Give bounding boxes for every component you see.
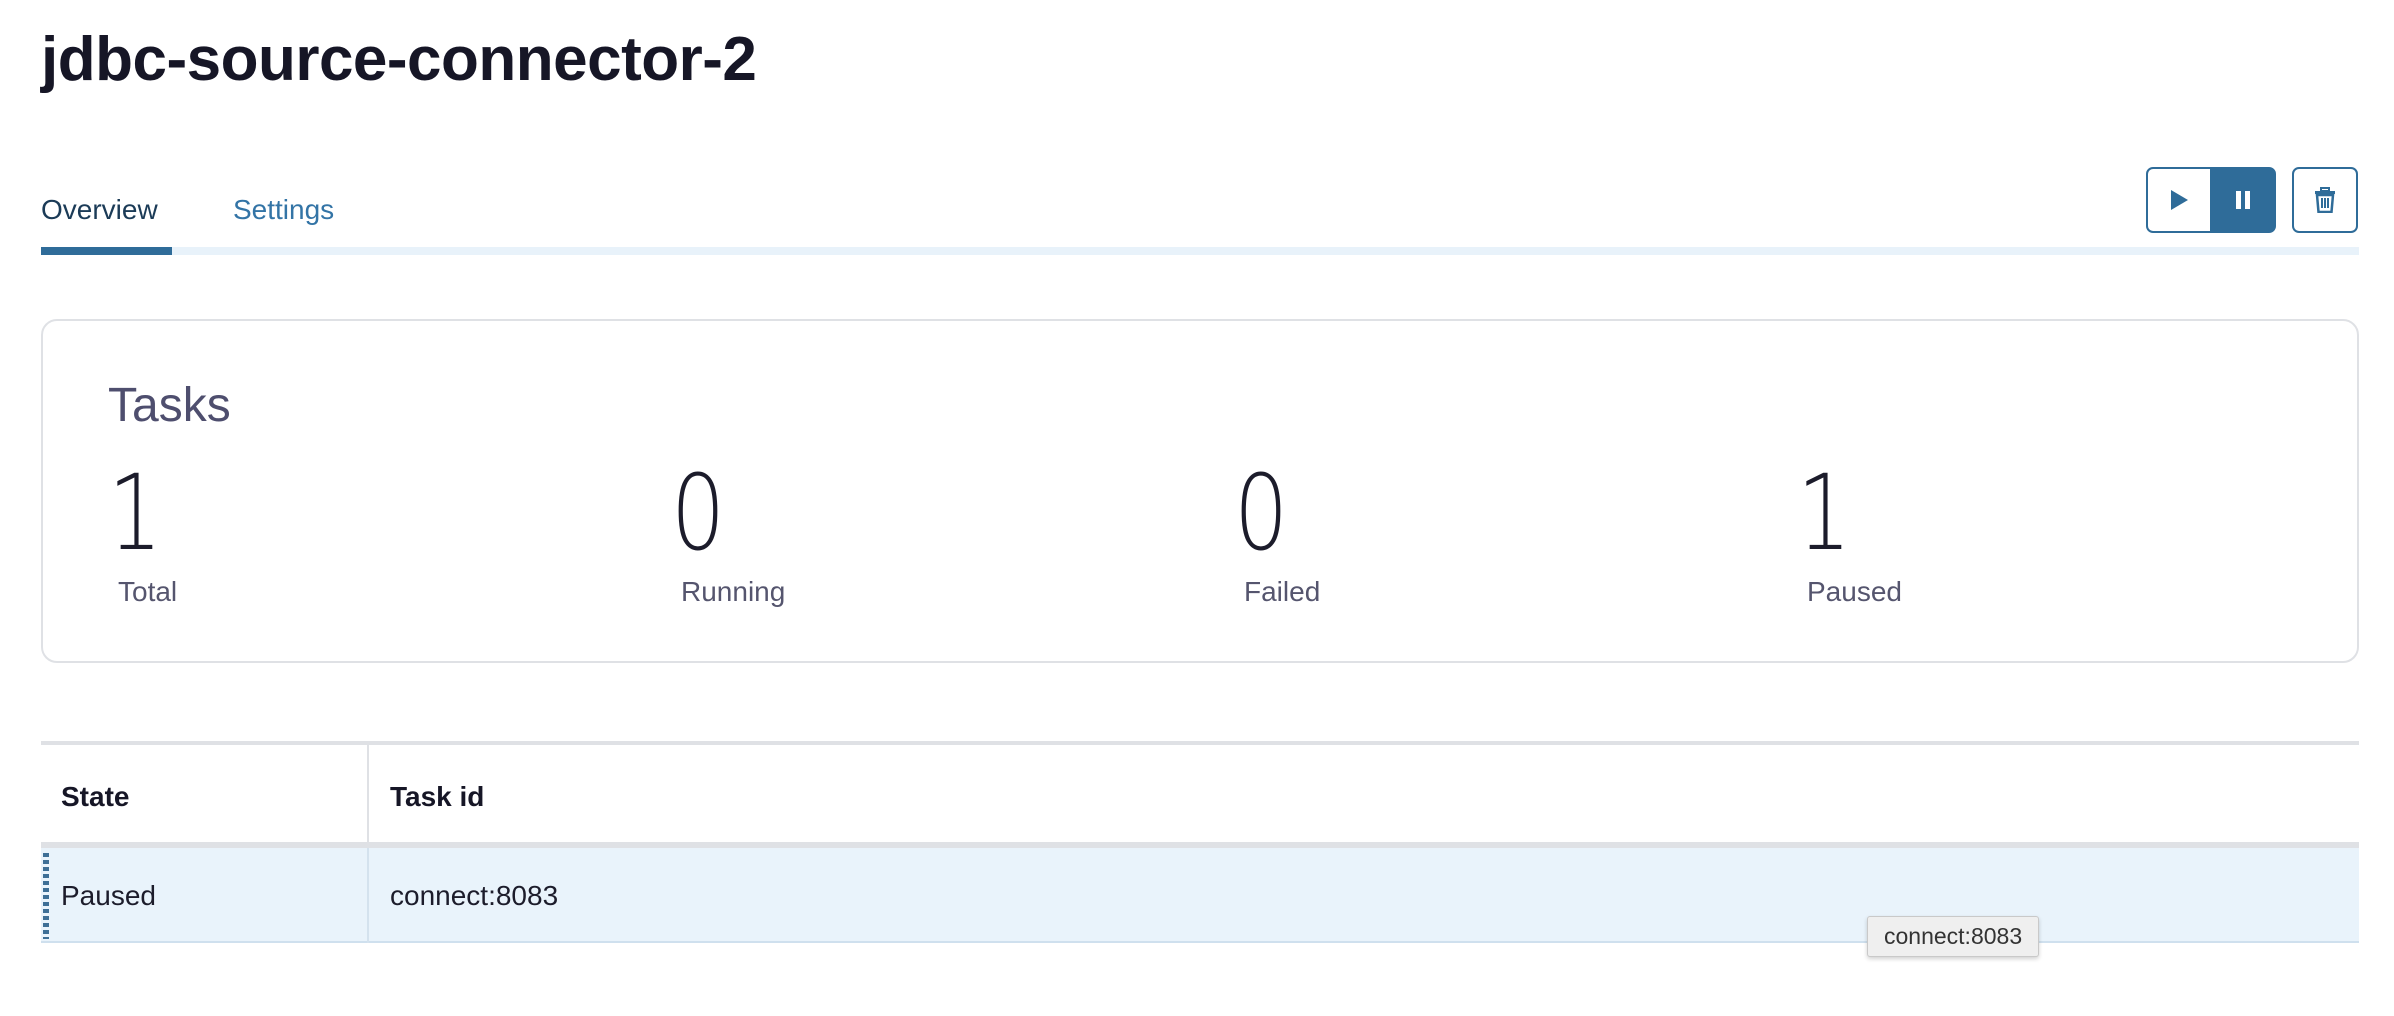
pause-icon: [2236, 191, 2250, 209]
stat-failed-value: 0: [1234, 452, 1289, 574]
trash-icon: [2315, 187, 2335, 213]
stat-total-label: Total: [118, 576, 178, 607]
resume-button[interactable]: [2146, 167, 2212, 233]
stat-paused: 1 Paused: [1797, 452, 1902, 607]
stat-total: 1 Total: [108, 452, 177, 607]
row-drag-handle[interactable]: [43, 853, 49, 939]
tab-overview[interactable]: Overview: [41, 192, 158, 228]
tasks-summary-card: Tasks 1 Total 0 Running 0 Failed 1 Pause…: [41, 319, 2359, 663]
tab-track: [41, 247, 2359, 255]
page-title: jdbc-source-connector-2: [41, 25, 757, 94]
stat-failed-label: Failed: [1244, 576, 1321, 607]
connector-detail-page: jdbc-source-connector-2 Overview Setting…: [0, 0, 2394, 1016]
stat-failed: 0 Failed: [1234, 452, 1320, 607]
column-divider: [367, 745, 369, 848]
stat-paused-label: Paused: [1807, 576, 1902, 607]
stat-running: 0 Running: [671, 452, 785, 607]
tasks-table: State Task id Paused connect:8083: [41, 741, 2359, 943]
active-tab-indicator: [41, 247, 172, 255]
stat-total-value: 1: [108, 452, 163, 574]
tab-bar: Overview Settings: [41, 178, 2359, 255]
pause-button[interactable]: [2210, 167, 2276, 233]
stat-running-label: Running: [681, 576, 786, 607]
stat-paused-value: 1: [1797, 452, 1852, 574]
column-header-task-id[interactable]: Task id: [390, 745, 484, 848]
play-icon: [2171, 190, 2188, 210]
column-divider: [367, 848, 369, 943]
cell-task-id: connect:8083: [390, 879, 559, 911]
table-header: State Task id: [41, 745, 2359, 848]
cell-state: Paused: [61, 879, 156, 911]
stat-running-value: 0: [671, 452, 726, 574]
column-header-state[interactable]: State: [61, 745, 367, 848]
tooltip: connect:8083: [1867, 916, 2040, 957]
delete-button[interactable]: [2292, 167, 2358, 233]
tasks-title: Tasks: [108, 379, 231, 432]
tab-settings[interactable]: Settings: [233, 192, 334, 228]
